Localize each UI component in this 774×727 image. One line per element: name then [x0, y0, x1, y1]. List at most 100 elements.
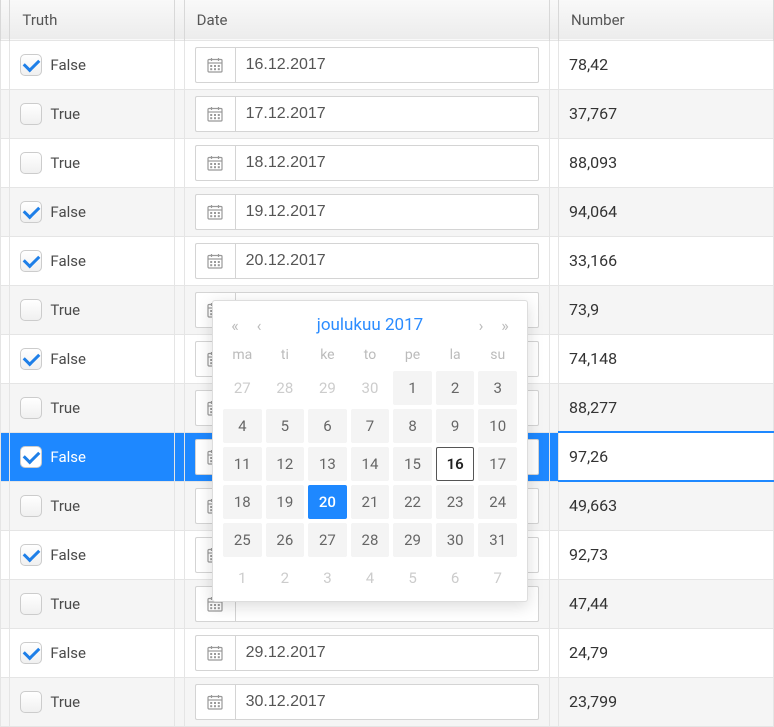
- calendar-day[interactable]: 4: [223, 409, 262, 443]
- calendar-icon[interactable]: [195, 96, 235, 132]
- date-picker-popup[interactable]: « ‹ joulukuu 2017 › » matiketopelasu2728…: [212, 300, 528, 602]
- number-cell[interactable]: 37,767: [559, 89, 774, 138]
- calendar-day[interactable]: 30: [351, 371, 390, 405]
- calendar-day[interactable]: 9: [436, 409, 475, 443]
- truth-checkbox[interactable]: [20, 103, 42, 125]
- truth-checkbox[interactable]: [20, 348, 42, 370]
- truth-checkbox[interactable]: [20, 593, 42, 615]
- truth-checkbox[interactable]: [20, 250, 42, 272]
- calendar-day[interactable]: 27: [308, 523, 347, 557]
- date-cell[interactable]: [184, 677, 549, 726]
- date-cell[interactable]: [184, 40, 549, 89]
- truth-checkbox[interactable]: [20, 54, 42, 76]
- table-row[interactable]: False33,166: [1, 236, 774, 285]
- calendar-icon[interactable]: [195, 47, 235, 83]
- date-input[interactable]: [235, 684, 539, 720]
- calendar-day[interactable]: 15: [393, 447, 432, 481]
- date-cell[interactable]: [184, 187, 549, 236]
- calendar-day[interactable]: 12: [266, 447, 305, 481]
- date-input[interactable]: [235, 47, 539, 83]
- number-cell[interactable]: 73,9: [559, 285, 774, 334]
- truth-checkbox[interactable]: [20, 544, 42, 566]
- truth-cell[interactable]: True: [10, 138, 175, 187]
- number-cell[interactable]: 49,663: [559, 481, 774, 530]
- truth-cell[interactable]: False: [10, 334, 175, 383]
- calendar-day[interactable]: 23: [436, 485, 475, 519]
- calendar-day[interactable]: 18: [223, 485, 262, 519]
- number-cell[interactable]: 97,26: [559, 432, 774, 481]
- calendar-day[interactable]: 1: [223, 561, 262, 595]
- calendar-title[interactable]: joulukuu 2017: [273, 315, 467, 335]
- calendar-day[interactable]: 21: [351, 485, 390, 519]
- number-cell[interactable]: 24,79: [559, 628, 774, 677]
- date-cell[interactable]: [184, 628, 549, 677]
- calendar-day[interactable]: 2: [436, 371, 475, 405]
- table-row[interactable]: False 78,42: [1, 40, 774, 89]
- prev-year-icon[interactable]: «: [225, 316, 245, 335]
- number-cell[interactable]: 88,093: [559, 138, 774, 187]
- calendar-day[interactable]: 5: [393, 561, 432, 595]
- calendar-day[interactable]: 14: [351, 447, 390, 481]
- calendar-day[interactable]: 10: [478, 409, 517, 443]
- header-truth[interactable]: Truth: [10, 0, 175, 40]
- truth-checkbox[interactable]: [20, 152, 42, 174]
- calendar-icon[interactable]: [195, 684, 235, 720]
- table-row[interactable]: False 94,064: [1, 187, 774, 236]
- truth-checkbox[interactable]: [20, 201, 42, 223]
- number-cell[interactable]: 23,799: [559, 677, 774, 726]
- calendar-day[interactable]: 19: [266, 485, 305, 519]
- calendar-day[interactable]: 17: [478, 447, 517, 481]
- date-input[interactable]: [235, 243, 539, 279]
- calendar-day[interactable]: 13: [308, 447, 347, 481]
- date-input[interactable]: [235, 145, 539, 181]
- truth-checkbox[interactable]: [20, 397, 42, 419]
- truth-checkbox[interactable]: [20, 495, 42, 517]
- calendar-day[interactable]: 22: [393, 485, 432, 519]
- date-cell[interactable]: [184, 236, 549, 285]
- date-cell[interactable]: [184, 138, 549, 187]
- calendar-icon[interactable]: [195, 194, 235, 230]
- calendar-day[interactable]: 20: [308, 485, 347, 519]
- calendar-day[interactable]: 6: [436, 561, 475, 595]
- calendar-day[interactable]: 5: [266, 409, 305, 443]
- calendar-day[interactable]: 25: [223, 523, 262, 557]
- next-month-icon[interactable]: ›: [471, 316, 491, 335]
- calendar-icon[interactable]: [195, 635, 235, 671]
- header-number[interactable]: Number: [559, 0, 774, 40]
- calendar-day[interactable]: 8: [393, 409, 432, 443]
- truth-cell[interactable]: False: [10, 628, 175, 677]
- table-row[interactable]: True37,767: [1, 89, 774, 138]
- date-cell[interactable]: [184, 89, 549, 138]
- truth-cell[interactable]: False: [10, 40, 175, 89]
- header-date[interactable]: Date: [184, 0, 549, 40]
- calendar-day[interactable]: 6: [308, 409, 347, 443]
- number-cell[interactable]: 94,064: [559, 187, 774, 236]
- date-input[interactable]: [235, 96, 539, 132]
- truth-checkbox[interactable]: [20, 691, 42, 713]
- calendar-day[interactable]: 29: [393, 523, 432, 557]
- calendar-day[interactable]: 30: [436, 523, 475, 557]
- next-year-icon[interactable]: »: [495, 316, 515, 335]
- date-input[interactable]: [235, 635, 539, 671]
- truth-cell[interactable]: True: [10, 677, 175, 726]
- table-row[interactable]: True 23,799: [1, 677, 774, 726]
- truth-cell[interactable]: True: [10, 579, 175, 628]
- calendar-day[interactable]: 28: [266, 371, 305, 405]
- truth-checkbox[interactable]: [20, 446, 42, 468]
- calendar-day[interactable]: 7: [351, 409, 390, 443]
- date-input[interactable]: [235, 194, 539, 230]
- calendar-day[interactable]: 2: [266, 561, 305, 595]
- number-cell[interactable]: 78,42: [559, 40, 774, 89]
- truth-cell[interactable]: True: [10, 481, 175, 530]
- number-cell[interactable]: 47,44: [559, 579, 774, 628]
- calendar-day[interactable]: 24: [478, 485, 517, 519]
- calendar-icon[interactable]: [195, 145, 235, 181]
- truth-cell[interactable]: True: [10, 285, 175, 334]
- truth-cell[interactable]: False: [10, 530, 175, 579]
- truth-cell[interactable]: False: [10, 187, 175, 236]
- calendar-day[interactable]: 11: [223, 447, 262, 481]
- truth-cell[interactable]: True: [10, 383, 175, 432]
- calendar-icon[interactable]: [195, 243, 235, 279]
- truth-cell[interactable]: False: [10, 236, 175, 285]
- truth-checkbox[interactable]: [20, 299, 42, 321]
